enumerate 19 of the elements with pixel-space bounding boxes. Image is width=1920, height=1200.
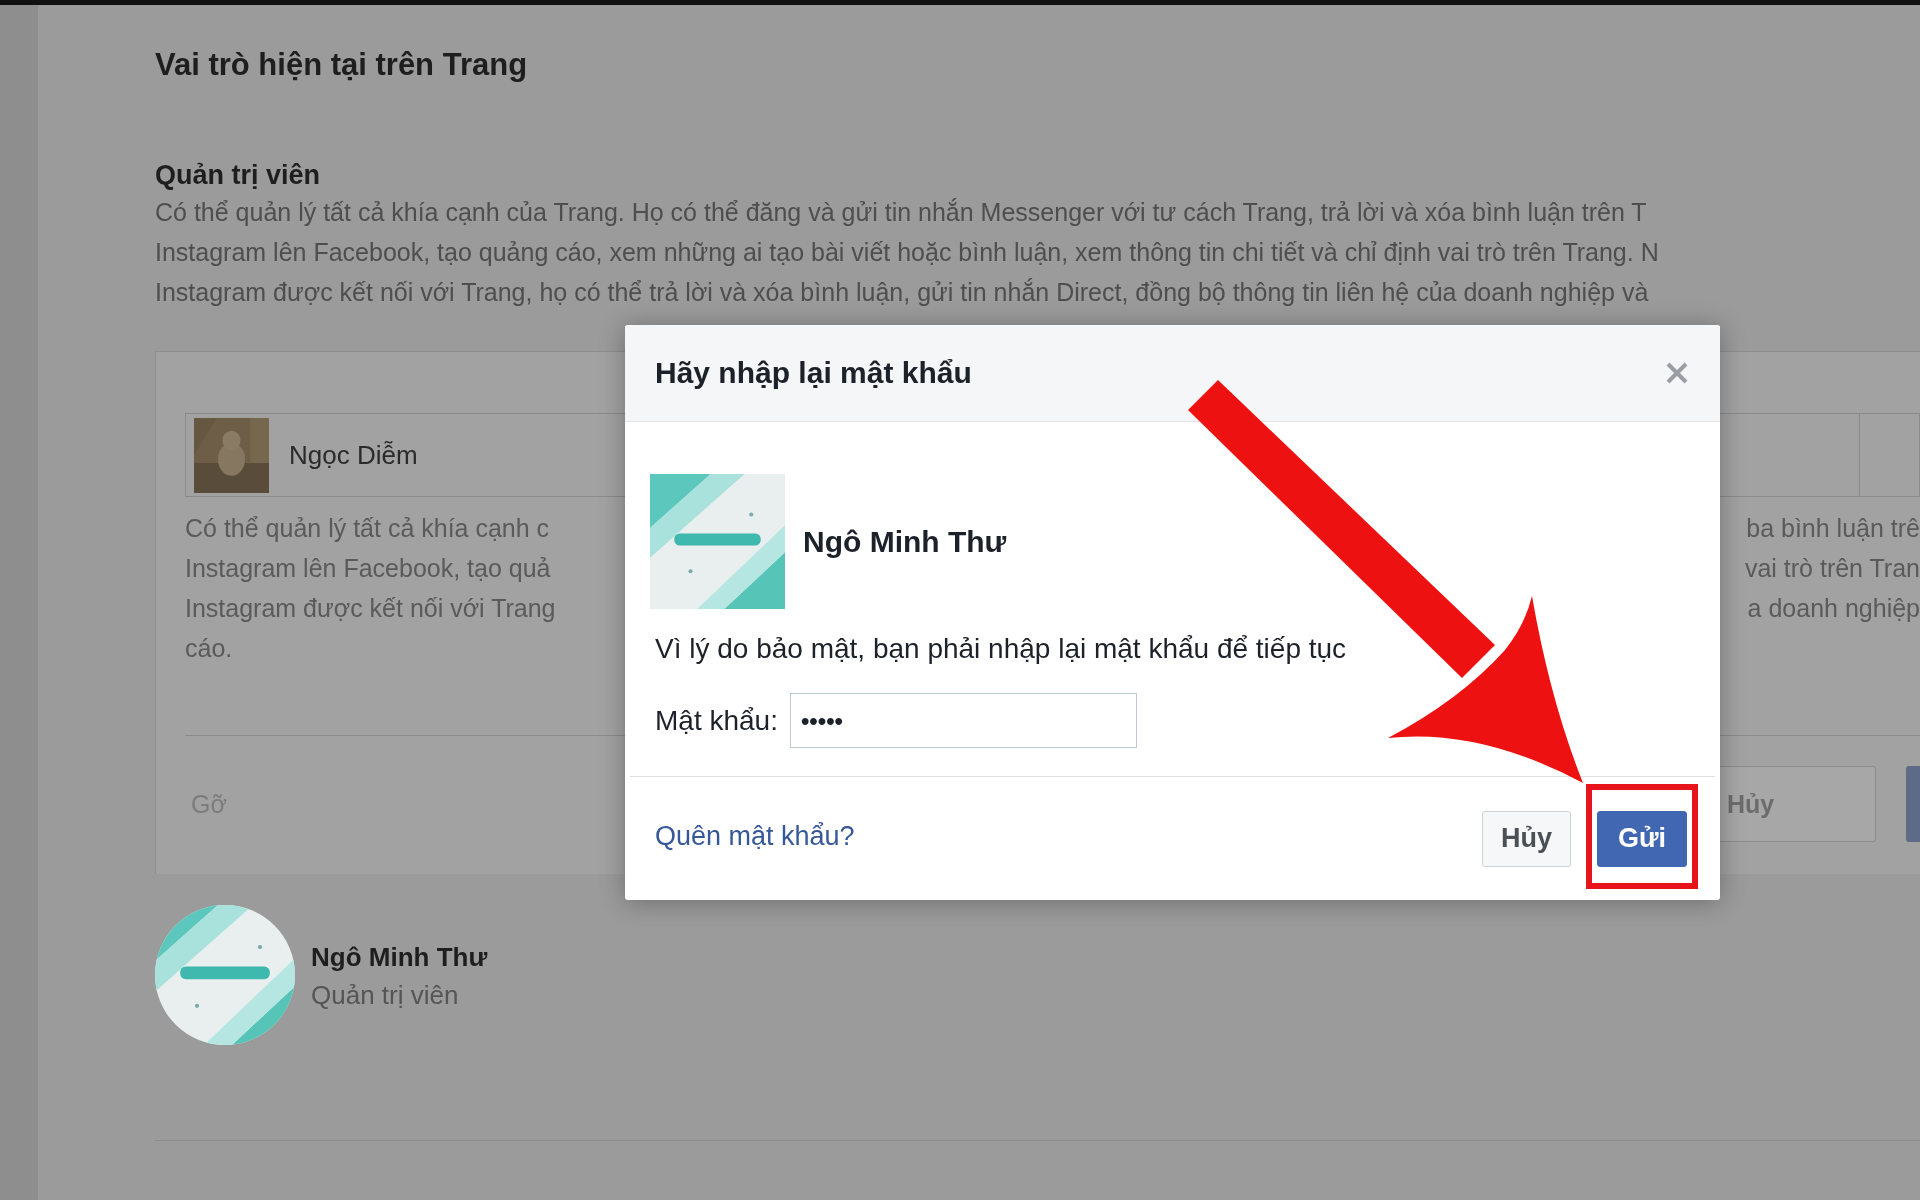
dropdown-box[interactable] <box>1860 413 1920 497</box>
person-name: Ngọc Diễm <box>289 439 418 471</box>
role-description: ba bình luận trê vai trò trên Tran a doanh nghiệp <box>1744 513 1920 624</box>
admin-role: Quản trị viên <box>311 979 460 1012</box>
role-description: Có thể quản lý tất cả khía cạnh của Trang. Họ có thể đăng và gửi tin nhắn Messenger với tư cách Trang, trả lời và xóa bình luận trên T Instagram lên Facebook, tạo quảng cáo, xem những ai tạo bài viết hoặc bình luận, xem thông tin chi tiết và chỉ định vai trò trên Trang. N Instagram được kết nối với Trang, họ có thể trả lời và xóa bình luận, gửi tin nhắn Direct, đồng bộ thông tin liên hệ của doanh nghiệp và <box>155 197 1660 308</box>
confirm-button[interactable] <box>1906 766 1920 842</box>
forgot-password-link[interactable]: Quên mật khẩu? <box>655 820 855 852</box>
dialog-message: Vì lý do bảo mật, bạn phải nhập lại mật khẩu để tiếp tục <box>655 633 1348 665</box>
password-field[interactable]: ••••• <box>789 693 1137 748</box>
dialog-title: Hãy nhập lại mật khẩu <box>655 356 972 390</box>
user-name: Ngô Minh Thư <box>803 524 1007 559</box>
send-button[interactable]: Gửi <box>1596 810 1687 867</box>
admin-name: Ngô Minh Thư <box>311 941 488 974</box>
role-title: Quản trị viên <box>155 159 322 192</box>
password-label: Mật khẩu: <box>655 704 778 737</box>
role-description: Có thể quản lý tất cả khía cạnh c Instagram lên Facebook, tạo quả Instagram được kết nối với Trang cáo. <box>185 513 556 664</box>
close-icon[interactable] <box>1666 362 1688 384</box>
cancel-button[interactable]: Hủy <box>1481 810 1571 867</box>
page-heading: Vai trò hiện tại trên Trang <box>155 46 529 84</box>
